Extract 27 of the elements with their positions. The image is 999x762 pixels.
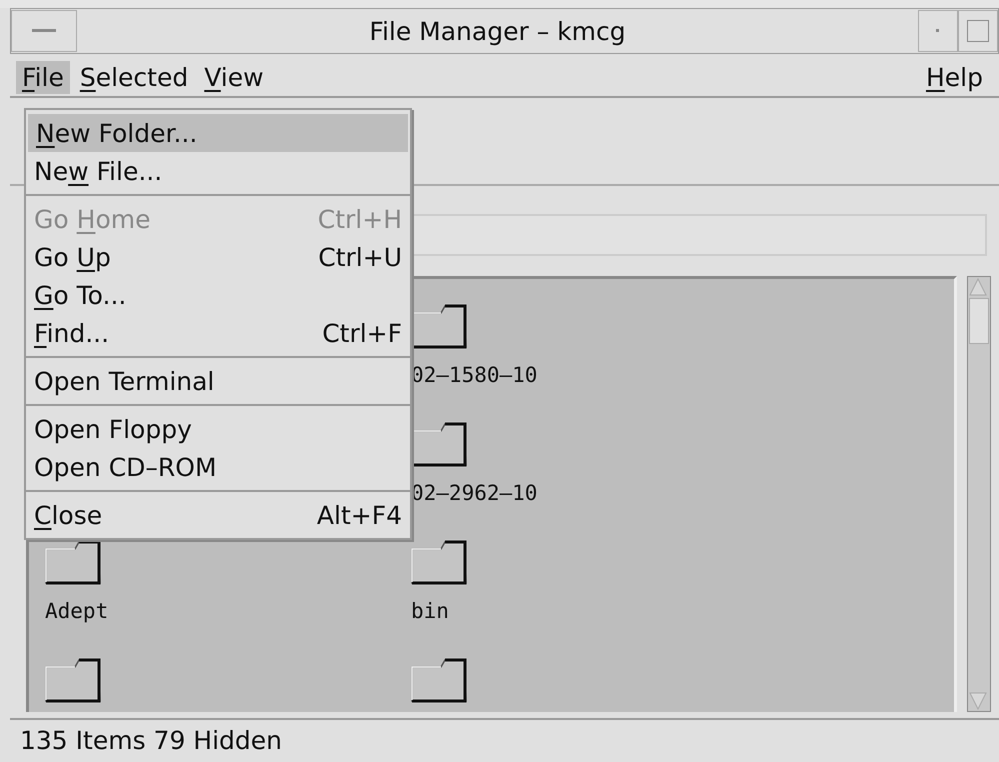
- menu-item[interactable]: Find... Ctrl+F: [26, 314, 410, 352]
- scroll-thumb[interactable]: [969, 298, 989, 344]
- menu-title[interactable]: View: [198, 60, 270, 94]
- minimize-button[interactable]: [918, 10, 958, 52]
- menu-item[interactable]: Open CD–ROM: [26, 448, 410, 486]
- status-text: 135 Items 79 Hidden: [10, 718, 999, 762]
- square-icon: [967, 20, 989, 42]
- window-title: File Manager – kmcg: [368, 16, 627, 46]
- file-name: bin: [411, 599, 449, 623]
- vertical-scrollbar[interactable]: [967, 276, 991, 712]
- file-name: 02–2962–10: [411, 481, 538, 505]
- window-menu-button[interactable]: [11, 10, 77, 52]
- file-name: 02–1580–10: [411, 363, 538, 387]
- menu-item[interactable]: Open Floppy: [26, 410, 410, 448]
- menu-item[interactable]: Close Alt+F4: [26, 496, 410, 534]
- scroll-down-icon[interactable]: [968, 691, 988, 711]
- menu-item[interactable]: Open Terminal: [26, 362, 410, 400]
- menu-item[interactable]: New Folder...: [28, 114, 408, 152]
- file-name: Adept: [45, 599, 108, 623]
- menu-item[interactable]: Go Up Ctrl+U: [26, 238, 410, 276]
- menu-title[interactable]: Selected: [74, 60, 194, 94]
- menu-item[interactable]: New File...: [26, 152, 410, 190]
- maximize-button[interactable]: [958, 10, 998, 52]
- menu-title[interactable]: File: [16, 60, 70, 94]
- menu-item[interactable]: Go To...: [26, 276, 410, 314]
- minus-icon: [32, 29, 56, 33]
- menu-title[interactable]: Help: [920, 60, 989, 94]
